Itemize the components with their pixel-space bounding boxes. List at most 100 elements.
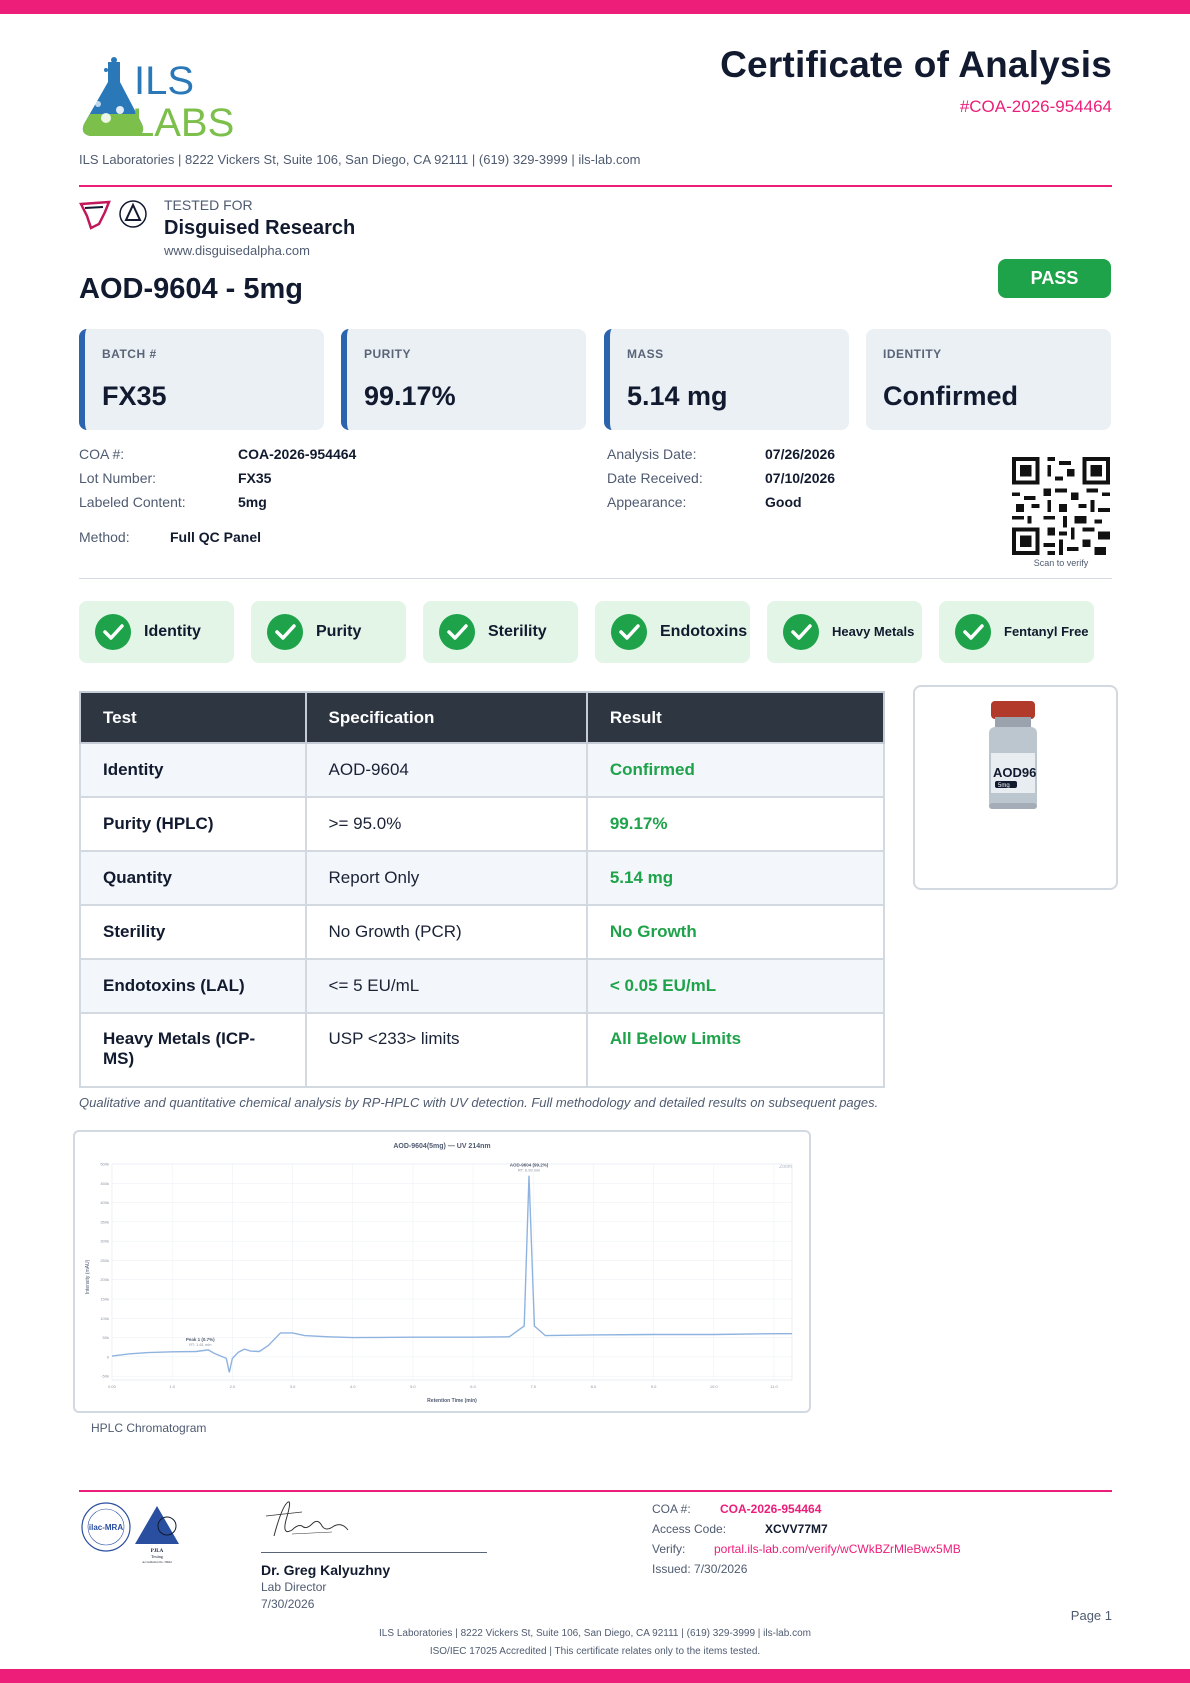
test-cell: Quantity (79, 850, 307, 906)
test-cell: Endotoxins (LAL) (79, 958, 307, 1014)
test-cell: Heavy Metals (ICP-MS) (79, 1012, 307, 1088)
page-number: Page 1 (1070, 1608, 1112, 1623)
check-icon (267, 614, 303, 650)
card-value: 5.14 mg (627, 381, 728, 411)
check-icon (955, 614, 991, 650)
plot-frame (111, 1163, 793, 1381)
access-code-label: Access Code: (652, 1522, 727, 1536)
vial-dose: 5mg (998, 783, 1010, 789)
table-row: Quantity Report Only 5.14 mg (79, 850, 886, 906)
tested-for-label: TESTED FOR (164, 197, 253, 213)
column-header: Specification (304, 691, 588, 744)
x-tick-label: 6.0 (470, 1384, 476, 1389)
table-row: Identity AOD-9604 Confirmed (79, 742, 886, 798)
spec-cell: No Growth (PCR) (304, 904, 588, 960)
x-tick-label: 8.0 (591, 1384, 597, 1389)
footer-coa-label: COA #: (652, 1502, 691, 1516)
client-name: Disguised Research (164, 217, 356, 239)
y-tick-label: -50k (101, 1374, 109, 1379)
identity-card: IDENTITY Confirmed (866, 329, 1111, 430)
check-icon (95, 614, 131, 650)
table-header-row: Test Specification Result (79, 691, 886, 744)
product-image-frame: AOD96 5mg (913, 685, 1118, 890)
detail-value: COA-2026-954464 (238, 446, 357, 462)
test-cell: Identity (79, 742, 307, 798)
x-tick-label: 9.0 (651, 1384, 657, 1389)
signature-line (261, 1552, 487, 1553)
signer-date: 7/30/2026 (261, 1597, 315, 1611)
vial-label: AOD96 (993, 765, 1036, 780)
badge-purity: Purity (251, 601, 406, 663)
results-table: Test Specification Result Identity AOD-9… (79, 691, 886, 1088)
chromatogram-caption: HPLC Chromatogram (91, 1421, 207, 1435)
signature (265, 1501, 349, 1537)
detail-label: Lot Number: (79, 470, 157, 486)
detail-label: COA #: (79, 446, 125, 462)
x-tick-label: 1.0 (169, 1384, 175, 1389)
card-value: FX35 (102, 381, 167, 411)
detail-label: Labeled Content: (79, 494, 186, 510)
y-tick-label: 200k (100, 1277, 109, 1282)
result-cell: Confirmed (585, 742, 886, 798)
bottom-accent-bar (0, 1669, 1190, 1683)
chromatogram-chart: AOD-9604(5mg) — UV 214nm Zoom Retention … (85, 1143, 793, 1404)
client-logos (79, 200, 147, 230)
footer-lab-line: ILS Laboratories | 8222 Vickers St, Suit… (379, 1628, 811, 1639)
y-tick-label: 150k (100, 1297, 109, 1302)
y-tick-label: 350k (100, 1219, 109, 1224)
signer-role: Lab Director (261, 1580, 327, 1594)
detail-label: Analysis Date: (607, 446, 697, 462)
pjla-testing: Testing (151, 1554, 163, 1559)
qr-code[interactable] (1012, 457, 1110, 555)
test-cell: Purity (HPLC) (79, 796, 307, 852)
detail-value: FX35 (238, 470, 272, 486)
verify-link[interactable]: portal.ils-lab.com/verify/wCWkBZrMleBwx5… (714, 1542, 961, 1556)
table-row: Sterility No Growth (PCR) No Growth (79, 904, 886, 960)
column-header: Test (79, 691, 307, 744)
result-cell: < 0.05 EU/mL (585, 958, 886, 1014)
accreditation-logos: ilac-MRA PJLA Testing Accreditation No. … (81, 1502, 179, 1564)
purity-card: PURITY 99.17% (341, 329, 586, 430)
x-axis-label: Retention Time (min) (427, 1398, 477, 1404)
badge-heavy-metals: Heavy Metals (767, 601, 922, 663)
badge-endotoxins: Endotoxins (595, 601, 750, 663)
chart-legend: Zoom (779, 1164, 792, 1170)
badge-label: Identity (144, 623, 201, 640)
certificate-number: #COA-2026-954464 (959, 97, 1112, 116)
details-divider (79, 578, 1112, 579)
spec-cell: <= 5 EU/mL (304, 958, 588, 1014)
card-label: MASS (627, 347, 664, 361)
check-icon (611, 614, 647, 650)
verify-label: Verify: (652, 1542, 686, 1556)
detail-label: Appearance: (607, 494, 687, 510)
product-title: AOD-9604 - 5mg (79, 273, 304, 305)
badge-label: Sterility (488, 623, 547, 640)
detail-value: 07/10/2026 (765, 470, 836, 486)
x-tick-label: 0.00 (108, 1384, 117, 1389)
peak-minor-rt: RT: 1.61 min (189, 1342, 211, 1347)
badge-label: Endotoxins (660, 623, 748, 640)
peak-main-rt: RT: 6.93 min (518, 1168, 540, 1173)
spec-cell: AOD-9604 (304, 742, 588, 798)
y-axis-label: Intensity (mAU) (85, 1259, 91, 1294)
result-cell: 99.17% (585, 796, 886, 852)
client-url: www.disguisedalpha.com (164, 243, 310, 258)
spec-cell: >= 95.0% (304, 796, 588, 852)
y-tick-label: 400k (100, 1200, 109, 1205)
x-tick-label: 4.0 (350, 1384, 356, 1389)
vial-image: AOD96 5mg (989, 701, 1037, 809)
table-row: Heavy Metals (ICP-MS) USP <233> limits A… (79, 1012, 886, 1088)
card-label: PURITY (364, 347, 412, 361)
check-icon (783, 614, 819, 650)
y-tick-label: 0 (107, 1354, 110, 1359)
y-tick-label: 500k (100, 1162, 109, 1167)
spec-cell: Report Only (304, 850, 588, 906)
chromatogram-trace (111, 1175, 792, 1373)
access-code-value: XCVV77M7 (765, 1522, 828, 1536)
batch-card: BATCH # FX35 (79, 329, 324, 430)
footer-divider (79, 1490, 1112, 1492)
detail-value: 07/26/2026 (765, 446, 836, 462)
result-cell: All Below Limits (585, 1012, 886, 1088)
ils-labs-logo: ILS LABS (82, 57, 234, 140)
x-tick-label: 11.0 (770, 1384, 778, 1389)
